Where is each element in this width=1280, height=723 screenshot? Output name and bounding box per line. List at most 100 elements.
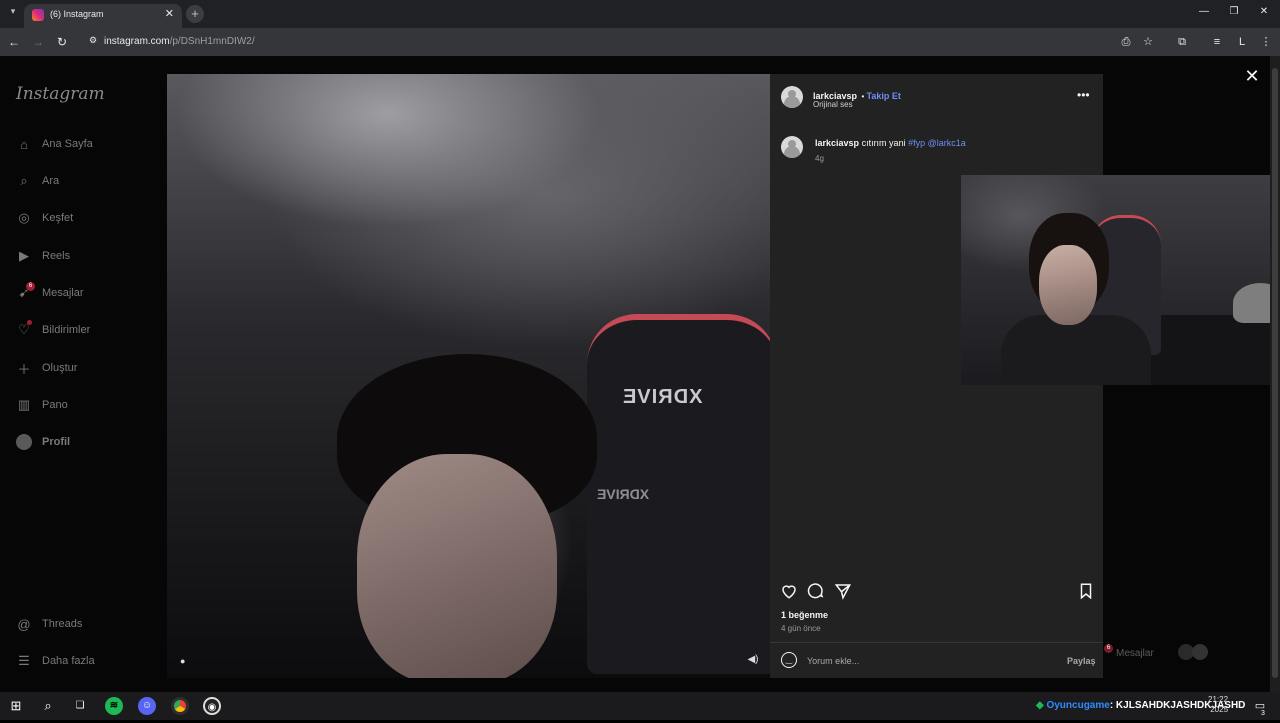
back-icon[interactable]: ← xyxy=(6,34,22,50)
messages-floating-button[interactable]: 6 Mesajlar xyxy=(1104,642,1244,666)
sidebar-item-dashboard[interactable]: ▥ Pano xyxy=(16,394,68,416)
post-comment-button[interactable]: Paylaş xyxy=(1067,656,1096,666)
notification-count: 3 xyxy=(1261,710,1265,717)
sidebar-item-label: Threads xyxy=(42,618,83,630)
caption-text: cıtırım yani xyxy=(861,138,906,148)
profile-icon[interactable]: L xyxy=(1234,34,1250,50)
instagram-logo[interactable]: Instagram xyxy=(16,84,105,104)
chair-logo-text-lower: XDRIVE xyxy=(597,486,650,502)
like-heart-icon[interactable] xyxy=(780,582,798,600)
caption-mention[interactable]: @larkc1a xyxy=(928,138,966,148)
window-close-icon[interactable]: ✕ xyxy=(1254,6,1274,20)
tab-title: (6) Instagram xyxy=(50,9,104,19)
browser-tab-strip: ▾ (6) Instagram ✕ + — ❐ ✕ xyxy=(0,0,1280,28)
message-avatar xyxy=(1192,644,1208,660)
tab-search-chevron-icon[interactable]: ▾ xyxy=(6,6,20,20)
desk xyxy=(1151,315,1280,385)
notification-dot xyxy=(27,320,32,325)
pip-person-face xyxy=(1039,245,1097,325)
sidebar-item-more[interactable]: ☰ Daha fazla xyxy=(16,650,94,672)
caption-username[interactable]: larkciavsp xyxy=(815,138,859,148)
new-tab-button[interactable]: + xyxy=(186,5,204,23)
caption-age: 4g xyxy=(815,154,824,163)
pip-person-body xyxy=(1001,315,1151,385)
tab-close-icon[interactable]: ✕ xyxy=(165,7,174,20)
site-info-icon[interactable]: ⚙ xyxy=(86,35,100,49)
messages-badge: 6 xyxy=(26,282,35,291)
sidebar-item-notifications[interactable]: ♡ Bildirimler xyxy=(16,319,90,341)
browser-tab[interactable]: (6) Instagram ✕ xyxy=(24,4,182,28)
more-options-icon[interactable]: ••• xyxy=(1077,88,1090,102)
media-control-icon[interactable]: ≡ xyxy=(1209,34,1225,50)
author-avatar[interactable] xyxy=(781,86,803,108)
windows-start-icon[interactable]: ⊞ xyxy=(7,697,25,715)
post-time[interactable]: 4 gün önce xyxy=(781,624,821,633)
clock-time: 21:22 xyxy=(1208,695,1229,704)
webcam-overlay xyxy=(961,175,1280,385)
search-icon[interactable]: ⌕ xyxy=(39,697,57,715)
caption-hashtag[interactable]: #fyp xyxy=(908,138,925,148)
discord-icon[interactable]: ☺ xyxy=(138,697,156,715)
clock-date: 2025 xyxy=(1210,705,1229,714)
save-bookmark-icon[interactable] xyxy=(1077,582,1095,600)
extensions-icon[interactable]: ⧉ xyxy=(1174,34,1190,50)
address-bar[interactable]: ⚙ instagram.com/p/DSnH1mnDIW2/ xyxy=(80,31,1170,53)
instagram-page: Instagram ⌂ Ana Sayfa ⌕ Ara ◎ Keşfet ▶ Reels… xyxy=(0,56,1280,692)
obs-icon[interactable]: ◉ xyxy=(203,697,221,715)
comment-bubble-icon[interactable] xyxy=(807,582,825,600)
dashboard-icon: ▥ xyxy=(17,397,31,412)
sidebar-item-label: Pano xyxy=(42,399,68,411)
audio-label[interactable]: Orijinal ses xyxy=(813,100,853,109)
restore-icon[interactable]: ❐ xyxy=(1224,6,1244,20)
minimize-icon[interactable]: — xyxy=(1194,6,1214,20)
sidebar-item-label: Bildirimler xyxy=(42,324,91,336)
instagram-favicon-icon xyxy=(32,9,44,21)
sidebar-item-explore[interactable]: ◎ Keşfet xyxy=(16,207,73,229)
emoji-icon[interactable]: ‿ xyxy=(781,652,797,668)
person-face xyxy=(357,454,557,678)
scrollbar-thumb[interactable] xyxy=(1272,68,1278,678)
install-app-icon[interactable]: ⎙ xyxy=(1118,34,1134,50)
bookmark-star-icon[interactable]: ☆ xyxy=(1140,34,1156,50)
task-view-icon[interactable]: ❏ xyxy=(71,697,89,715)
follow-button[interactable]: Takip Et xyxy=(867,91,901,101)
plus-icon: ＋ xyxy=(17,361,31,377)
messages-floating-label: Mesajlar xyxy=(1116,648,1154,659)
sidebar-item-label: Ana Sayfa xyxy=(42,138,93,150)
spotify-icon[interactable]: ≋ xyxy=(105,697,123,715)
sidebar-item-create[interactable]: ＋ Oluştur xyxy=(16,357,77,379)
home-icon: ⌂ xyxy=(20,136,28,152)
menu-icon: ☰ xyxy=(18,653,30,668)
windows-taskbar: ⊞ ⌕ ❏ ≋ ☺ ◉ ◆ Oyuncugame: KJLSAHDKJASHDK… xyxy=(0,692,1280,720)
sidebar-item-label: Ara xyxy=(42,175,60,187)
system-clock[interactable]: 21:22 2025 xyxy=(1208,695,1228,715)
notifications-icon[interactable]: ▭ 3 xyxy=(1251,697,1269,717)
forward-icon[interactable]: → xyxy=(30,34,46,50)
tray-status-icon: ◆ xyxy=(1036,700,1047,711)
share-send-icon[interactable] xyxy=(834,582,852,600)
comment-input[interactable]: Yorum ekle... xyxy=(807,656,859,666)
sidebar-item-threads[interactable]: @ Threads xyxy=(16,613,82,635)
tagged-users-icon[interactable]: ● xyxy=(180,656,188,666)
chrome-icon[interactable] xyxy=(171,697,189,715)
sidebar-item-label: Oluştur xyxy=(42,362,78,374)
caption-avatar[interactable] xyxy=(781,136,803,158)
sidebar-item-profile[interactable]: Profil xyxy=(16,431,70,453)
sidebar-item-home[interactable]: ⌂ Ana Sayfa xyxy=(16,133,93,155)
sidebar-item-reels[interactable]: ▶ Reels xyxy=(16,245,70,267)
browser-menu-icon[interactable]: ⋮ xyxy=(1258,34,1274,50)
mute-toggle-icon[interactable]: ◀) xyxy=(746,654,760,666)
chair-logo-text: XDRIVE xyxy=(622,386,703,408)
url-host: instagram.com xyxy=(104,36,170,47)
profile-avatar xyxy=(16,434,32,450)
sidebar-item-messages[interactable]: ➹ 6 Mesajlar xyxy=(16,282,84,304)
page-scrollbar[interactable] xyxy=(1270,56,1280,692)
messages-floating-badge: 6 xyxy=(1104,644,1113,653)
reload-icon[interactable]: ↻ xyxy=(54,34,70,50)
sidebar-item-search[interactable]: ⌕ Ara xyxy=(16,170,59,192)
like-count[interactable]: 1 beğenme xyxy=(781,610,828,620)
post-video[interactable]: XDRIVE XDRIVE xyxy=(167,74,770,678)
sidebar-item-label: Profil xyxy=(42,436,71,448)
browser-toolbar: ← → ↻ ⚙ instagram.com/p/DSnH1mnDIW2/ ⎙ ☆… xyxy=(0,28,1280,56)
close-modal-icon[interactable]: ✕ xyxy=(1244,67,1260,85)
